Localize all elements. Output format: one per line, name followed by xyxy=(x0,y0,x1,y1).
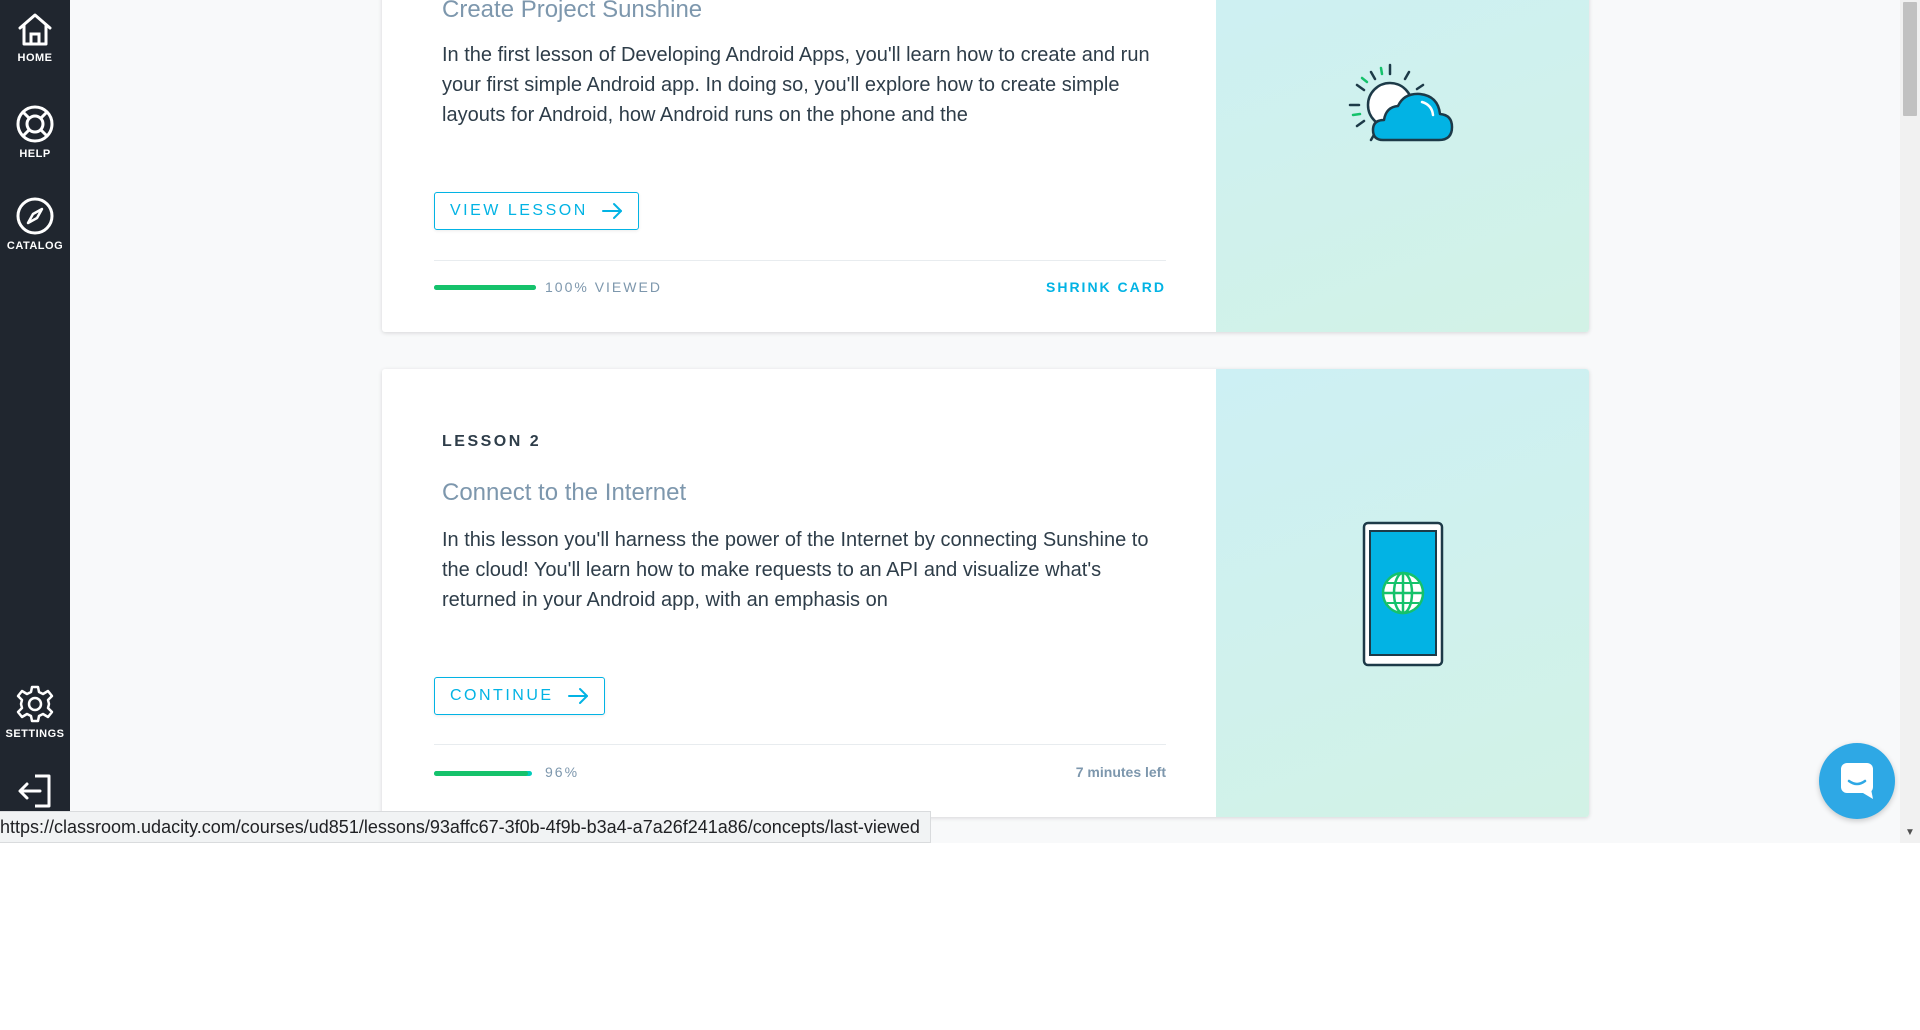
progress-bar-fill xyxy=(434,771,529,776)
lesson-title[interactable]: Create Project Sunshine xyxy=(442,0,702,24)
button-label: CONTINUE xyxy=(450,687,554,704)
sidebar-item-catalog[interactable]: CATALOG xyxy=(0,196,70,252)
logout-icon xyxy=(0,772,70,810)
lesson-description: In the first lesson of Developing Androi… xyxy=(442,44,1150,126)
lesson-title[interactable]: Connect to the Internet xyxy=(442,479,686,507)
scroll-down-arrow-icon[interactable]: ▼ xyxy=(1900,824,1920,841)
progress-bar xyxy=(434,285,536,290)
progress-bar xyxy=(434,771,532,776)
link-status-bar: https://classroom.udacity.com/courses/ud… xyxy=(0,811,931,843)
chat-button[interactable] xyxy=(1819,743,1895,819)
lesson-card: Create Project Sunshine In the first les… xyxy=(382,0,1589,332)
continue-button[interactable]: CONTINUE xyxy=(434,677,605,715)
view-lesson-button[interactable]: VIEW LESSON xyxy=(434,192,639,230)
lesson-description: In this lesson you'll harness the power … xyxy=(442,529,1149,611)
lesson-art xyxy=(1216,369,1589,817)
sun-cloud-icon xyxy=(1338,60,1468,155)
progress-text: 100% VIEWED xyxy=(545,279,662,295)
sidebar-item-label: HELP xyxy=(19,148,51,160)
sidebar-item-label: SETTINGS xyxy=(5,728,65,740)
compass-icon xyxy=(0,196,70,236)
sidebar-item-logout[interactable] xyxy=(0,772,70,810)
viewport: HOME HELP CATALOG SETTINGS Create Projec… xyxy=(0,0,1920,843)
scrollbar-thumb[interactable] xyxy=(1903,2,1917,116)
sidebar: HOME HELP CATALOG SETTINGS xyxy=(0,0,70,843)
shrink-card-link[interactable]: SHRINK CARD xyxy=(1046,279,1166,295)
arrow-right-icon xyxy=(567,687,590,705)
sidebar-item-label: HOME xyxy=(17,52,53,64)
lesson-card-body: Create Project Sunshine In the first les… xyxy=(382,0,1216,332)
sidebar-item-settings[interactable]: SETTINGS xyxy=(0,684,70,740)
lifebuoy-icon xyxy=(0,104,70,144)
gear-icon xyxy=(0,684,70,724)
card-divider xyxy=(434,260,1166,261)
chat-icon xyxy=(1837,759,1877,804)
lesson-art xyxy=(1216,0,1589,332)
home-icon xyxy=(0,10,70,48)
arrow-right-icon xyxy=(601,202,624,220)
lesson-card-body: LESSON 2 Connect to the Internet In this… xyxy=(382,369,1216,817)
page-scrollbar[interactable]: ▼ xyxy=(1900,0,1920,843)
button-label: VIEW LESSON xyxy=(450,202,588,219)
sidebar-item-label: CATALOG xyxy=(6,240,64,252)
sidebar-item-home[interactable]: HOME xyxy=(0,10,70,64)
card-divider xyxy=(434,744,1166,745)
progress-bar-fill xyxy=(434,285,536,290)
lesson-number: LESSON 2 xyxy=(442,433,542,450)
sidebar-item-help[interactable]: HELP xyxy=(0,104,70,160)
phone-globe-icon xyxy=(1362,521,1444,672)
lesson-card: LESSON 2 Connect to the Internet In this… xyxy=(382,369,1589,817)
time-left: 7 minutes left xyxy=(1075,764,1166,780)
progress-text: 96% xyxy=(545,764,580,780)
